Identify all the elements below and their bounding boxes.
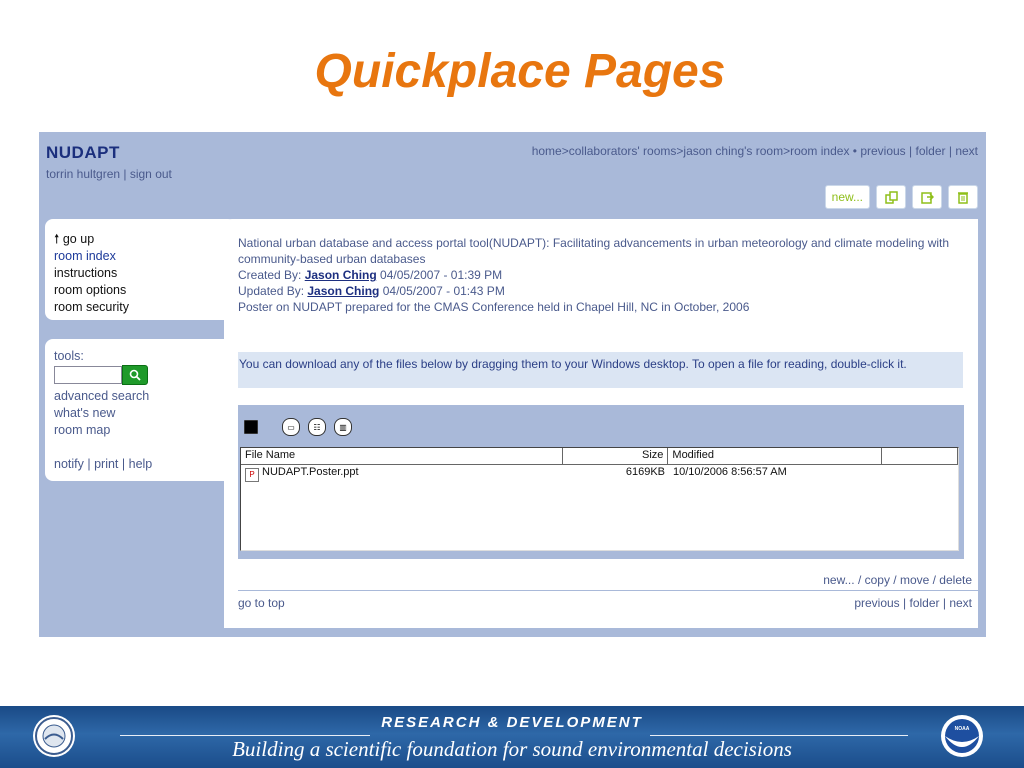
delete-button[interactable]	[948, 185, 978, 209]
created-date: 04/05/2007 - 01:39 PM	[376, 268, 503, 282]
ppt-file-icon: P	[245, 468, 259, 482]
document-note: Poster on NUDAPT prepared for the CMAS C…	[238, 300, 750, 314]
separator: |	[120, 167, 130, 181]
download-notice: You can download any of the files below …	[238, 352, 963, 388]
instructions-link[interactable]: instructions	[54, 265, 129, 282]
move-button[interactable]	[912, 185, 942, 209]
user-name-link[interactable]: torrin hultgren	[46, 167, 120, 181]
file-attachments-panel: ▭ ☷ ▥ File Name Size Modified P NUDAPT.Po…	[238, 405, 964, 559]
go-up-label: go up	[62, 232, 95, 246]
column-extra[interactable]	[882, 448, 959, 464]
next-link[interactable]: next	[949, 596, 972, 610]
notify-link[interactable]: notify	[54, 457, 84, 471]
new-button[interactable]: new...	[824, 185, 870, 209]
column-size[interactable]: Size	[563, 448, 669, 464]
banner-tagline: Building a scientific foundation for sou…	[232, 737, 792, 761]
file-modified-cell: 10/10/2006 8:56:57 AM	[673, 466, 787, 478]
column-file-name[interactable]: File Name	[241, 448, 563, 464]
room-index-link[interactable]: room index	[54, 248, 129, 265]
separator: |	[939, 596, 950, 610]
next-link[interactable]: next	[955, 144, 978, 158]
updated-date: 04/05/2007 - 01:43 PM	[379, 284, 505, 298]
file-name-cell: P NUDAPT.Poster.ppt	[241, 466, 563, 482]
room-nav-panel: 🠕 go up room index instructions room opt…	[45, 219, 236, 320]
save-icon[interactable]	[244, 420, 258, 434]
room-name: NUDAPT	[46, 143, 120, 162]
table-row[interactable]: P NUDAPT.Poster.ppt 6169KB 10/10/2006 8:5…	[241, 466, 958, 482]
slide-title: Quickplace Pages	[314, 45, 726, 98]
search-button[interactable]	[122, 365, 148, 385]
search-input[interactable]	[54, 366, 122, 384]
banner-rule-right	[650, 735, 908, 736]
help-link[interactable]: help	[129, 457, 153, 471]
created-by-link[interactable]: Jason Ching	[305, 268, 377, 282]
created-line: Created By: Jason Ching 04/05/2007 - 01:…	[238, 267, 958, 283]
whats-new-link[interactable]: what's new	[54, 405, 152, 422]
go-up-link[interactable]: 🠕 go up	[54, 231, 129, 248]
bullet: •	[849, 144, 861, 158]
room-options-link[interactable]: room options	[54, 282, 129, 299]
updated-prefix: Updated By:	[238, 284, 308, 298]
folder-link[interactable]: folder	[915, 144, 945, 158]
previous-link[interactable]: previous	[860, 144, 905, 158]
file-toolbar: ▭ ☷ ▥	[244, 418, 352, 436]
research-development-banner: EPA RESEARCH & DEVELOPMENT Building a sc…	[0, 706, 1024, 768]
quickplace-window: NUDAPT torrin hultgren | sign out home>c…	[39, 132, 986, 637]
breadcrumb: home>collaborators' rooms>jason ching's …	[532, 144, 978, 158]
file-table: File Name Size Modified P NUDAPT.Poster.p…	[240, 447, 959, 551]
file-size-cell: 6169KB	[625, 466, 665, 478]
separator: |	[899, 596, 910, 610]
file-actions[interactable]: new... / copy / move / delete	[823, 573, 972, 587]
separator: |	[905, 144, 916, 158]
list-view-icon[interactable]: ☷	[308, 418, 326, 436]
sign-out-link[interactable]: sign out	[130, 167, 172, 181]
file-name: NUDAPT.Poster.ppt	[262, 466, 359, 478]
advanced-search-link[interactable]: advanced search	[54, 388, 152, 405]
copy-button[interactable]	[876, 185, 906, 209]
move-icon	[920, 191, 934, 204]
user-line: torrin hultgren | sign out	[46, 167, 172, 181]
column-modified[interactable]: Modified	[668, 448, 883, 464]
updated-by-link[interactable]: Jason Ching	[307, 284, 379, 298]
breadcrumb-path[interactable]: home>collaborators' rooms>jason ching's …	[532, 144, 850, 158]
banner-heading: RESEARCH & DEVELOPMENT	[381, 714, 643, 731]
tools-label: tools:	[54, 349, 84, 363]
room-security-link[interactable]: room security	[54, 299, 129, 316]
main-content: National urban database and access porta…	[224, 219, 978, 628]
up-arrow-icon: 🠕	[54, 232, 60, 246]
separator: |	[118, 457, 129, 471]
details-view-icon[interactable]: ▥	[334, 418, 352, 436]
noaa-logo-text: NOAA	[955, 726, 970, 732]
created-prefix: Created By:	[238, 268, 305, 282]
go-to-top-link[interactable]: go to top	[238, 596, 285, 610]
separator: |	[945, 144, 956, 158]
folder-link[interactable]: folder	[909, 596, 939, 610]
print-link[interactable]: print	[94, 457, 118, 471]
page-toolbar: new...	[824, 185, 978, 209]
document-details: National urban database and access porta…	[238, 235, 958, 315]
large-icons-view-icon[interactable]: ▭	[282, 418, 300, 436]
document-title: National urban database and access porta…	[238, 236, 950, 266]
updated-line: Updated By: Jason Ching 04/05/2007 - 01:…	[238, 283, 958, 299]
file-table-header: File Name Size Modified	[241, 448, 959, 465]
divider	[238, 590, 978, 591]
tools-footer-links: notify | print | help	[54, 456, 152, 473]
trash-icon	[958, 191, 968, 204]
search-row	[54, 365, 152, 385]
copy-icon	[884, 190, 898, 204]
room-map-link[interactable]: room map	[54, 422, 152, 439]
search-icon	[129, 369, 141, 381]
noaa-logo-icon: NOAA	[941, 715, 983, 757]
banner-rule-left	[120, 735, 370, 736]
separator: |	[83, 457, 95, 471]
tools-panel: tools: advanced search what's new room m…	[45, 339, 236, 481]
previous-link[interactable]: previous	[854, 596, 899, 610]
bottom-page-nav: previous | folder | next	[854, 596, 972, 610]
